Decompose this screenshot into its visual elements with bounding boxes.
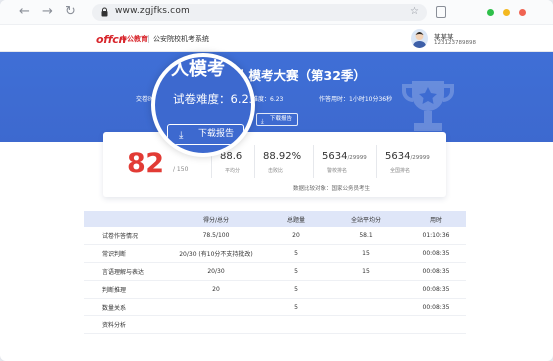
window-dot-yellow-icon[interactable] — [503, 9, 510, 16]
exam-banner: 人模考大赛（第32季） 交卷时 试卷难度：6.23 作答用时：1小时10分36秒… — [0, 52, 553, 142]
table-cell: 15 — [326, 262, 406, 281]
magnified-difficulty: 试卷难度：6.23 — [173, 92, 255, 106]
user-avatar[interactable] — [411, 29, 428, 48]
table-cell: 常识判断 — [84, 244, 166, 264]
table-cell: 试卷作答情况 — [84, 227, 166, 246]
back-arrow-icon[interactable]: ← — [19, 5, 30, 18]
table-cell: 78.5/100 — [166, 227, 266, 246]
download-report-label: 下载报告 — [270, 116, 293, 122]
brand-name: 中公教育 — [120, 35, 148, 43]
table-cell — [166, 315, 266, 335]
download-icon: ⤓ — [179, 130, 184, 141]
table-cell — [166, 298, 266, 317]
table-row: 资料分析 — [84, 315, 466, 335]
score-card: 82 / 150 88.6 平均分 88.92% 击败比 5634/29999 … — [103, 132, 446, 197]
table-cell: 00:08:35 — [406, 298, 466, 317]
window-dot-green-icon[interactable] — [487, 9, 494, 16]
stat-beat-ratio: 88.92% 击败比 — [254, 145, 316, 178]
trophy-icon — [402, 81, 454, 131]
comparison-note: 数据比较对象：国家公务员考生 — [293, 186, 371, 192]
app-header: offcn 中公教育 公安院校机考系统 某某某 12312378989​8 — [0, 25, 553, 52]
stat-value: 5634/29999 — [322, 151, 367, 162]
table-cell: 20 — [266, 227, 326, 246]
lock-icon — [101, 7, 108, 17]
download-report-button[interactable]: ⤓ 下载报告 — [167, 124, 244, 145]
table-cell: 5 — [266, 280, 326, 299]
table-header: 总题量 — [266, 211, 326, 227]
table-header: 全站平均分 — [326, 211, 406, 227]
table-cell: 20/30 (有10分不支持批改) — [166, 244, 266, 264]
time-used-meta: 作答用时：1小时10分36秒 — [319, 96, 393, 103]
download-report-button-small[interactable]: ⤓ 下载报告 — [256, 113, 298, 126]
avatar-person-icon — [412, 32, 427, 48]
table-cell — [326, 298, 406, 317]
exam-title: 人模考大赛（第32季） — [236, 68, 366, 83]
score-value: 82 — [127, 148, 164, 179]
table-cell: 言语理解与表达 — [84, 262, 166, 281]
stat-label: 平均分 — [225, 168, 241, 174]
window-dot-red-icon[interactable] — [519, 9, 526, 16]
table-cell: 20/30 — [166, 262, 266, 281]
table-header: 用时 — [406, 211, 466, 227]
score-table: 得分/总分 总题量 全站平均分 用时 试卷作答情况 78.5/100 20 58… — [84, 211, 466, 356]
table-row: 言语理解与表达 20/30 5 15 00:08:35 — [84, 262, 466, 281]
table-row: 常识判断 20/30 (有10分不支持批改) 5 15 00:08:35 — [84, 244, 466, 264]
system-title: 公安院校机考系统 — [153, 35, 209, 43]
table-header: 得分/总分 — [166, 211, 266, 227]
stat-value: 5634/29999 — [385, 151, 430, 162]
url-text: www.zgjfks.com — [115, 6, 191, 16]
bookmark-star-icon[interactable]: ☆ — [410, 6, 419, 17]
header-divider — [148, 35, 149, 43]
table-cell: 数量关系 — [84, 298, 166, 317]
table-cell: 15 — [326, 244, 406, 264]
stat-label: 警校排名 — [327, 168, 348, 174]
download-icon: ⤓ — [261, 118, 264, 125]
score-total: / 150 — [173, 166, 189, 173]
table-cell — [406, 315, 466, 335]
stat-national-rank: 5634/29999 全国排名 — [376, 145, 442, 178]
stat-label: 全国排名 — [390, 168, 411, 174]
table-cell: 5 — [266, 262, 326, 281]
browser-window: ← → ↻ www.zgjfks.com ☆ offcn 中公教育 公安院校机考… — [0, 0, 553, 361]
table-row: 试卷作答情况 78.5/100 20 58.1 01:10:36 — [84, 227, 466, 246]
table-cell: 00:08:35 — [406, 280, 466, 299]
table-header-row: 得分/总分 总题量 全站平均分 用时 — [84, 211, 466, 227]
table-cell: 资料分析 — [84, 315, 166, 335]
table-cell — [326, 315, 406, 335]
user-phone: 12312378989​8 — [434, 40, 476, 46]
reload-icon[interactable]: ↻ — [65, 5, 76, 18]
forward-arrow-icon[interactable]: → — [42, 5, 53, 18]
stat-label: 击败比 — [268, 168, 284, 174]
magnifier-callout: 人模考 试卷难度：6.23 ⤓ 下载报告 — [151, 53, 255, 157]
download-report-label: 下载报告 — [198, 129, 235, 139]
table-cell: 58.1 — [326, 227, 406, 246]
table-cell: 5 — [266, 298, 326, 317]
address-bar[interactable]: www.zgjfks.com ☆ — [92, 4, 427, 21]
table-cell — [266, 315, 326, 335]
magnified-title: 人模考 — [171, 59, 225, 80]
table-cell: 判断推理 — [84, 280, 166, 299]
table-cell: 5 — [266, 244, 326, 264]
table-cell: 00:08:35 — [406, 262, 466, 281]
table-cell: 20 — [166, 280, 266, 299]
table-cell: 01:10:36 — [406, 227, 466, 246]
stat-value: 88.92% — [263, 151, 302, 162]
browser-toolbar: ← → ↻ www.zgjfks.com ☆ — [0, 0, 553, 25]
table-cell — [326, 280, 406, 299]
extension-icon[interactable] — [436, 6, 446, 18]
table-row: 数量关系 5 00:08:35 — [84, 298, 466, 317]
table-header — [84, 211, 166, 227]
table-row: 判断推理 20 5 00:08:35 — [84, 280, 466, 299]
stat-school-rank: 5634/29999 警校排名 — [313, 145, 378, 178]
table-cell: 00:08:35 — [406, 244, 466, 264]
